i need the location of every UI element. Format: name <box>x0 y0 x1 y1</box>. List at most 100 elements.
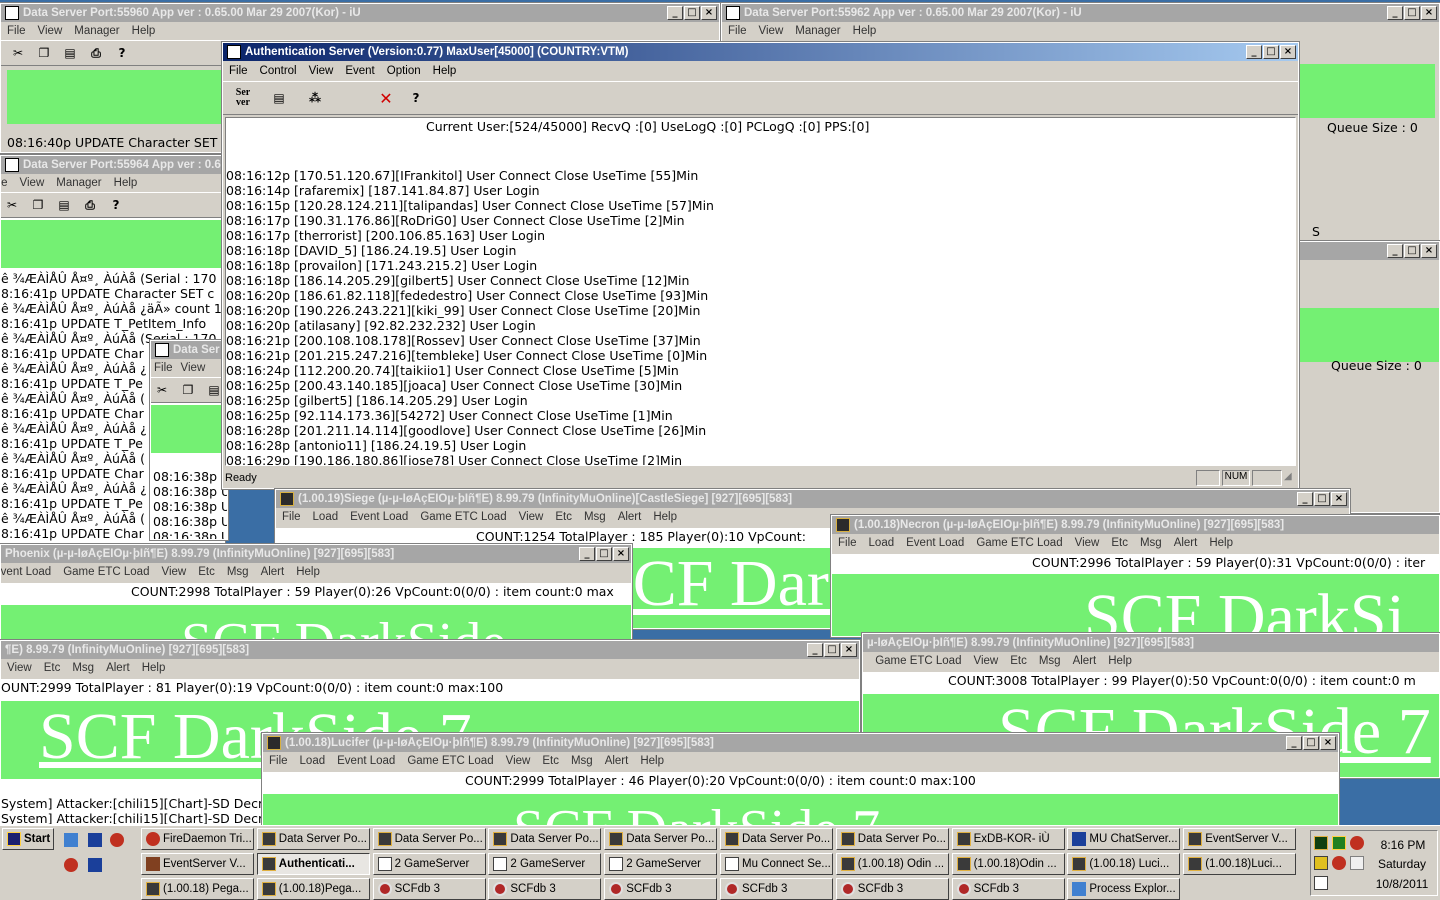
menu-help[interactable]: Help <box>132 25 156 37</box>
menu-control[interactable]: Control <box>260 65 297 77</box>
taskbar-button[interactable]: 2 GameServer <box>604 853 718 875</box>
title-bar[interactable]: (1.00.18)Necron (µ-µ-ÍøÅçÊÎÒµ·þÎñ¶È) 8.9… <box>832 516 1439 534</box>
menu-etc[interactable]: Etc <box>44 662 61 674</box>
copy-icon[interactable]: ❐ <box>27 195 49 215</box>
menu-help[interactable]: Help <box>1108 655 1132 667</box>
maximize-button[interactable]: □ <box>684 6 700 20</box>
menu-msg[interactable]: Msg <box>227 566 249 578</box>
title-bar[interactable]: Phoenix (µ-µ-ÍøÅçÊÎÒµ·þÎñ¶È) 8.99.79 (In… <box>1 545 631 563</box>
menu-msg[interactable]: Msg <box>1039 655 1061 667</box>
title-bar[interactable]: Data Server Port:55964 App ver : 0.65 <box>1 156 224 174</box>
taskbar-button[interactable]: SCFdb 3 <box>372 878 486 900</box>
menu-file[interactable]: File <box>1 177 8 189</box>
menu-event-load[interactable]: Event Load <box>337 755 395 767</box>
taskbar-button[interactable]: MU ChatServer... <box>1067 828 1181 850</box>
taskbar-button[interactable]: Process Explor... <box>1067 878 1181 900</box>
menu-help[interactable]: Help <box>640 755 664 767</box>
menu-view[interactable]: View <box>1075 537 1100 549</box>
firedaemon-tray-icon[interactable] <box>1350 836 1364 850</box>
taskbar-button[interactable]: (1.00.18)Luci... <box>1183 853 1297 875</box>
menu-game-etc-load[interactable]: Game ETC Load <box>407 755 493 767</box>
menu-msg[interactable]: Msg <box>72 662 94 674</box>
menu-view[interactable]: View <box>973 655 998 667</box>
clock-time[interactable]: 8:16 PM <box>1371 838 1435 852</box>
title-bar[interactable]: ¶È) 8.99.79 (InfinityMuOnline) [927][695… <box>1 641 859 659</box>
disconnect-icon[interactable]: ✕ <box>375 88 397 108</box>
title-bar[interactable]: Data Server Port:55960 App ver : 0.65.00… <box>1 4 719 22</box>
title-bar[interactable]: (1.00.18)Lucifer (µ-µ-ÍøÅçÊÎÒµ·þÎñ¶È) 8.… <box>263 734 1338 752</box>
menu-msg[interactable]: Msg <box>1140 537 1162 549</box>
close-button[interactable]: × <box>1280 45 1296 59</box>
start-button[interactable]: Start <box>2 828 54 850</box>
menu-help[interactable]: Help <box>296 566 320 578</box>
close-button[interactable]: × <box>1320 736 1336 750</box>
taskbar-button[interactable]: 2 GameServer <box>372 853 486 875</box>
menu-file[interactable]: File <box>728 25 747 37</box>
paste-icon[interactable]: ▤ <box>53 195 75 215</box>
menu-etc[interactable]: Etc <box>1111 537 1128 549</box>
security-icon[interactable] <box>1332 836 1346 850</box>
perf-monitor-icon[interactable] <box>1314 836 1328 850</box>
title-bar[interactable]: (1.00.19)Siege (µ-µ-ÍøÅçÊÎÒµ·þÎñ¶È) 8.99… <box>276 490 1349 508</box>
title-bar[interactable]: Data Server Port:55962 App ver : 0.65.00… <box>722 4 1439 22</box>
taskbar-button[interactable]: EventServer V... <box>1183 828 1297 850</box>
menu-alert[interactable]: Alert <box>1073 655 1097 667</box>
firefox-icon[interactable] <box>110 833 124 847</box>
menu-manager[interactable]: Manager <box>56 177 101 189</box>
menu-view[interactable]: View <box>759 25 784 37</box>
menu-event[interactable]: Event <box>345 65 374 77</box>
menu-file[interactable]: File <box>282 511 301 523</box>
menu-view[interactable]: View <box>309 65 334 77</box>
menu-game-etc-load[interactable]: Game ETC Load <box>420 511 506 523</box>
menu-game-etc-load[interactable]: Game ETC Load <box>875 655 961 667</box>
menu-load[interactable]: Load <box>869 537 895 549</box>
network-status-icon[interactable] <box>1314 876 1328 890</box>
menu-view[interactable]: View <box>38 25 63 37</box>
close-button[interactable]: × <box>701 6 717 20</box>
explorer-icon[interactable] <box>64 833 78 847</box>
close-button[interactable]: × <box>1331 492 1347 506</box>
title-bar[interactable]: µ-ÍøÅçÊÎÒµ·þÎñ¶È) 8.99.79 (InfinityMuOnl… <box>863 634 1439 652</box>
shield-icon[interactable] <box>1314 856 1328 870</box>
print-icon[interactable]: ⎙ <box>79 195 101 215</box>
menu-event-load[interactable]: Event Load <box>863 655 864 667</box>
volume-icon[interactable] <box>1350 856 1364 870</box>
minimize-button[interactable]: _ <box>807 643 823 657</box>
taskbar-button[interactable]: Data Server Po... <box>488 828 602 850</box>
antivirus-icon[interactable] <box>1332 856 1346 870</box>
taskbar-button[interactable]: (1.00.18)Odin ... <box>951 853 1065 875</box>
minimize-button[interactable]: _ <box>667 6 683 20</box>
menu-help[interactable]: Help <box>853 25 877 37</box>
taskbar-button[interactable]: SCFdb 3 <box>720 878 833 900</box>
menu-etc[interactable]: Etc <box>555 511 572 523</box>
menu-help[interactable]: Help <box>142 662 166 674</box>
maximize-button[interactable]: □ <box>1314 492 1330 506</box>
taskbar-button[interactable]: Authenticati... <box>256 853 370 875</box>
menu-msg[interactable]: Msg <box>571 755 593 767</box>
taskbar-button[interactable]: Mu Connect Se... <box>720 853 833 875</box>
help-icon[interactable]: ? <box>405 88 427 108</box>
title-bar[interactable]: _ □ × <box>1299 242 1439 260</box>
taskbar-button[interactable]: FireDaemon Tri... <box>141 828 254 850</box>
title-bar[interactable]: Authentication Server (Version:0.77) Max… <box>223 43 1298 61</box>
authentication-server-window[interactable]: Authentication Server (Version:0.77) Max… <box>221 41 1300 490</box>
menu-option[interactable]: Option <box>387 65 421 77</box>
taskbar-button[interactable]: Data Server Po... <box>604 828 718 850</box>
gameserver-window-necron[interactable]: (1.00.18)Necron (µ-µ-ÍøÅçÊÎÒµ·þÎñ¶È) 8.9… <box>830 514 1440 638</box>
menu-alert[interactable]: Alert <box>618 511 642 523</box>
menu-msg[interactable]: Msg <box>584 511 606 523</box>
taskbar-button[interactable]: SCFdb 3 <box>604 878 718 900</box>
close-button[interactable]: × <box>613 547 629 561</box>
minimize-button[interactable]: _ <box>1387 244 1403 258</box>
close-button[interactable]: × <box>1421 244 1437 258</box>
taskbar-button[interactable]: Data Server Po... <box>835 828 949 850</box>
taskbar-button[interactable]: SCFdb 3 <box>488 878 602 900</box>
menu-help[interactable]: Help <box>653 511 677 523</box>
menu-file[interactable]: File <box>229 65 248 77</box>
menu-file[interactable]: File <box>269 755 288 767</box>
copy-icon[interactable]: ❐ <box>177 380 199 400</box>
minimize-button[interactable]: _ <box>1286 736 1302 750</box>
taskbar-button[interactable]: (1.00.18) Luci... <box>1067 853 1181 875</box>
taskbar-button[interactable]: Data Server Po... <box>256 828 370 850</box>
menu-event-load[interactable]: Event Load <box>1 566 51 578</box>
